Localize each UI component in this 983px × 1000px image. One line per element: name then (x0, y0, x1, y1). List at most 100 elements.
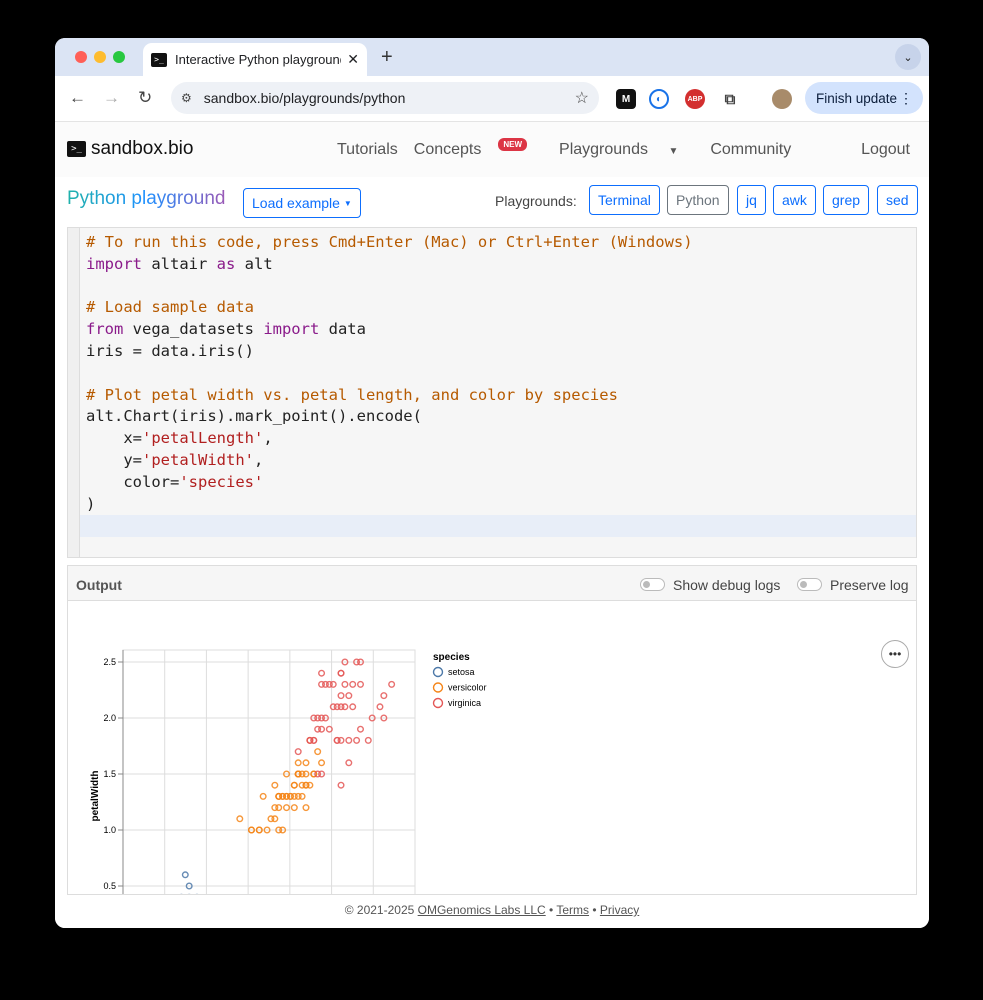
new-tab-button[interactable]: + (381, 46, 393, 69)
debug-logs-toggle[interactable] (640, 578, 665, 591)
data-point-virginica (337, 692, 345, 700)
browser-window: >_ Interactive Python playground ✕ + ⌄ ←… (55, 38, 929, 928)
legend-label-versicolor: versicolor (448, 683, 487, 693)
code-token: alt (235, 254, 273, 273)
code-token: , (263, 429, 273, 448)
code-line[interactable]: # Load sample data (86, 297, 693, 319)
chart-actions-button[interactable]: ••• (881, 640, 909, 668)
tab-title: Interactive Python playground (175, 52, 342, 67)
brand-link[interactable]: >_ sandbox.bio (67, 138, 193, 160)
y-tick-label: 1.0 (103, 825, 116, 835)
nav-playgrounds[interactable]: Playgrounds ▼ (559, 141, 694, 159)
forward-icon[interactable]: → (103, 88, 120, 108)
data-point-setosa (181, 871, 189, 879)
nav-concepts[interactable]: Concepts NEW (414, 138, 543, 159)
playground-grep-button[interactable]: grep (823, 185, 870, 215)
terms-link[interactable]: Terms (556, 903, 589, 917)
code-content[interactable]: # To run this code, press Cmd+Enter (Mac… (86, 232, 693, 537)
code-line[interactable] (86, 515, 693, 537)
maximize-window-button[interactable] (113, 51, 125, 63)
caret-down-icon: ▼ (343, 198, 352, 208)
legend-symbol-versicolor (432, 682, 444, 693)
playground-sed-button[interactable]: sed (877, 185, 918, 215)
adblock-plus-icon[interactable]: ABP (685, 89, 705, 109)
bookmark-star-icon[interactable]: ☆ (575, 88, 589, 108)
browser-tab[interactable]: >_ Interactive Python playground ✕ (143, 43, 367, 76)
data-point-virginica (314, 725, 322, 733)
profile-avatar[interactable] (772, 89, 792, 109)
code-line[interactable]: ) (86, 494, 693, 516)
data-point-virginica (337, 781, 345, 789)
tab-strip: >_ Interactive Python playground ✕ + ⌄ (55, 38, 929, 76)
code-line[interactable]: alt.Chart(iris).mark_point().encode( (86, 406, 693, 428)
data-point-virginica (321, 680, 329, 688)
code-line[interactable] (86, 276, 693, 298)
close-window-button[interactable] (75, 51, 87, 63)
code-line[interactable]: # To run this code, press Cmd+Enter (Mac… (86, 232, 693, 254)
playground-jq-button[interactable]: jq (737, 185, 766, 215)
y-tick-label: 2.5 (103, 657, 116, 667)
data-point-versicolor (302, 804, 310, 812)
playgrounds-label: Playgrounds: (495, 193, 577, 209)
data-point-virginica (345, 759, 353, 767)
brand-name: sandbox.bio (91, 138, 194, 159)
legend-symbol-virginica (432, 697, 444, 709)
logout-link[interactable]: Logout (861, 141, 910, 159)
code-line[interactable] (86, 363, 693, 385)
data-point-virginica (337, 669, 345, 677)
data-point-virginica (333, 736, 341, 744)
site-info-icon[interactable]: ⚙ (181, 91, 192, 105)
back-icon[interactable]: ← (69, 88, 86, 108)
address-bar[interactable]: ⚙ sandbox.bio/playgrounds/python ☆ (171, 82, 599, 114)
playground-python-button[interactable]: Python (667, 185, 729, 215)
data-point-virginica (356, 725, 364, 733)
data-point-virginica (353, 736, 361, 744)
load-example-button[interactable]: Load example ▼ (243, 188, 361, 218)
code-line[interactable]: color='species' (86, 472, 693, 494)
editor-gutter (68, 228, 80, 557)
data-point-setosa (195, 893, 199, 894)
tab-search-icon[interactable]: ⌄ (895, 44, 921, 70)
reload-icon[interactable]: ↻ (138, 88, 152, 108)
code-line[interactable]: iris = data.iris() (86, 341, 693, 363)
data-point-virginica (364, 736, 372, 744)
playground-terminal-button[interactable]: Terminal (589, 185, 660, 215)
legend-title: species (433, 652, 470, 663)
url-text[interactable]: sandbox.bio/playgrounds/python (204, 90, 575, 106)
playground-awk-button[interactable]: awk (773, 185, 816, 215)
nav-tutorials[interactable]: Tutorials (337, 141, 398, 159)
code-token: # Plot petal width vs. petal length, and… (86, 385, 618, 404)
data-point-versicolor (283, 804, 291, 812)
data-point-versicolor (294, 759, 302, 767)
code-token: 'petalLength' (142, 429, 264, 448)
minimize-window-button[interactable] (94, 51, 106, 63)
omgenomics-link[interactable]: OMGenomics Labs LLC (418, 903, 546, 917)
data-point-virginica (345, 692, 353, 700)
terminal-favicon-icon: >_ (151, 52, 167, 67)
code-line[interactable]: from vega_datasets import data (86, 319, 693, 341)
code-line[interactable]: x='petalLength', (86, 428, 693, 450)
scatter-chart: 2.5 2.0 1.5 1.0 0.5 petalWidth species setosa ve… (90, 649, 487, 894)
legend-symbol-setosa (432, 666, 444, 678)
web-page: >_ sandbox.bio Tutorials Concepts NEW Pla… (55, 122, 929, 928)
finish-update-button[interactable]: Finish update ⋮ (805, 82, 923, 114)
tab-close-icon[interactable]: ✕ (347, 51, 359, 68)
extension-lock-icon[interactable]: ◐ (649, 89, 669, 109)
code-editor[interactable]: # To run this code, press Cmd+Enter (Mac… (67, 227, 917, 558)
code-token: x= (86, 429, 142, 448)
data-point-versicolor (318, 759, 326, 767)
preserve-log-toggle[interactable] (797, 578, 822, 591)
code-line[interactable]: y='petalWidth', (86, 450, 693, 472)
output-header: Output Show debug logs Preserve log (68, 566, 916, 601)
data-point-virginica (349, 703, 357, 711)
code-token: from (86, 320, 124, 339)
code-line[interactable]: # Plot petal width vs. petal length, and… (86, 385, 693, 407)
code-line[interactable]: import altair as alt (86, 254, 693, 276)
extension-m-icon[interactable]: M (616, 89, 636, 109)
preserve-log-label: Preserve log (830, 577, 909, 593)
privacy-link[interactable]: Privacy (600, 903, 639, 917)
menu-dots-icon[interactable]: ⋮ (899, 90, 913, 107)
code-token: # Load sample data (86, 298, 254, 317)
extensions-puzzle-icon[interactable]: ⧉ (720, 89, 740, 109)
nav-community[interactable]: Community (710, 141, 791, 159)
